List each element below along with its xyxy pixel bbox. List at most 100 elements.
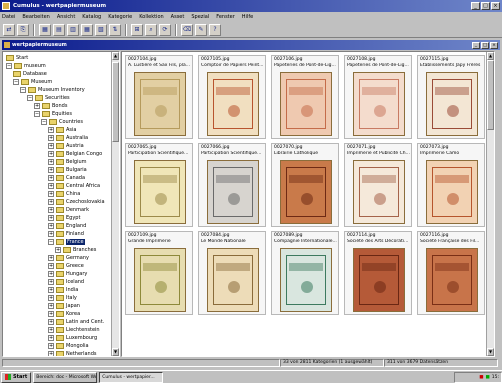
start-button[interactable]: Start [1, 371, 32, 383]
asset-thumbnail[interactable]: 0027084.jpg Le Monde Nationale [198, 231, 266, 315]
tree-item[interactable]: + Mongolia [48, 342, 89, 350]
asset-thumbnail[interactable]: 0027073.jpg Imprimerie Camo [417, 143, 485, 227]
maximize-button[interactable]: □ [481, 2, 490, 10]
tree-expander-icon[interactable]: + [48, 351, 54, 356]
tree-item[interactable]: + Branches [55, 246, 96, 254]
asset-thumbnail[interactable]: 0027104.jpg A. Lustière et Sax Fils, pla.… [125, 55, 193, 139]
asset-thumbnail[interactable]: 0027114.jpg Société des Arts Décorati... [344, 231, 412, 315]
tree-expander-icon[interactable]: + [48, 175, 54, 181]
tree-expander-icon[interactable]: − [6, 63, 12, 69]
menu-item[interactable]: Spezial [191, 14, 209, 20]
tree-item[interactable]: + China [48, 190, 80, 198]
tree-item[interactable]: − museum [6, 62, 46, 70]
tray-icon[interactable]: ■ [479, 375, 483, 380]
asset-thumbnail[interactable]: 0027105.jpg Comptoir de Papiers Peint... [198, 55, 266, 139]
tree-item[interactable]: + Belgium [48, 158, 87, 166]
tree-expander-icon[interactable]: + [48, 255, 54, 261]
minimize-button[interactable]: _ [471, 2, 480, 10]
tree-item[interactable]: + Czechoslovakia [48, 198, 105, 206]
tree-expander-icon[interactable]: − [34, 111, 40, 117]
toolbar-button-icon[interactable]: ▤ [53, 23, 65, 36]
tree-expander-icon[interactable]: + [48, 279, 54, 285]
toolbar-button-icon[interactable]: ⊞ [131, 23, 143, 36]
tree-expander-icon[interactable]: + [48, 287, 54, 293]
asset-thumbnail[interactable]: 0027071.jpg Imprimerie et Publicité Ch... [344, 143, 412, 227]
toolbar-button-icon[interactable]: ▦ [39, 23, 51, 36]
tree-expander-icon[interactable]: + [48, 231, 54, 237]
tree-expander-icon[interactable]: + [48, 311, 54, 317]
tree-expander-icon[interactable]: + [48, 159, 54, 165]
tree-expander-icon[interactable]: − [27, 95, 33, 101]
tree-expander-icon[interactable]: + [48, 191, 54, 197]
menu-item[interactable]: Asset [171, 14, 185, 20]
tree-item[interactable]: + Central Africa [48, 182, 100, 190]
tree-item[interactable]: + India [48, 286, 78, 294]
toolbar-button-icon[interactable]: ⌕ [145, 23, 157, 36]
tree-item[interactable]: + Bulgaria [48, 166, 87, 174]
tree-expander-icon[interactable]: + [48, 127, 54, 133]
tree-expander-icon[interactable]: + [48, 319, 54, 325]
toolbar-button-icon[interactable]: ⇅ [109, 23, 121, 36]
close-button[interactable]: × [491, 2, 500, 10]
asset-thumbnail[interactable]: 0027070.jpg Librairie Catholique [271, 143, 339, 227]
tree-expander-icon[interactable]: + [48, 295, 54, 301]
asset-thumbnail[interactable]: 0027066.jpg Participation Scientifique... [198, 143, 266, 227]
catalog-minimize-button[interactable]: _ [472, 41, 480, 49]
tree-expander-icon[interactable]: − [48, 239, 54, 245]
tree-expander-icon[interactable]: + [48, 327, 54, 333]
toolbar-button-icon[interactable]: ? [209, 23, 221, 36]
tree-item[interactable]: + Latin and Cent. [48, 318, 104, 326]
asset-thumbnail[interactable]: 0027106.jpg Papeteries de Pont-de-Lig... [271, 55, 339, 139]
tree-item[interactable]: + Japan [48, 302, 80, 310]
menu-item[interactable]: Hilfe [242, 14, 253, 20]
menu-item[interactable]: Kollektion [139, 14, 163, 20]
menu-item[interactable]: Datei [2, 14, 15, 20]
tree-item[interactable]: + Italy [48, 294, 77, 302]
tree-item[interactable]: + Austria [48, 142, 84, 150]
toolbar-button-icon[interactable]: ⇄ [3, 23, 15, 36]
tree-item[interactable]: + Netherlands [48, 350, 96, 356]
toolbar-button-icon[interactable]: ⟳ [159, 23, 171, 36]
tree-expander-icon[interactable]: + [55, 247, 61, 253]
tree-scrollbar[interactable]: ▲ ▼ [111, 52, 119, 356]
tree-expander-icon[interactable]: + [48, 215, 54, 221]
tree-item[interactable]: + Denmark [48, 206, 89, 214]
tree-expander-icon[interactable]: + [48, 183, 54, 189]
tree-expander-icon[interactable]: + [48, 303, 54, 309]
tree-expander-icon[interactable]: + [34, 103, 40, 109]
menu-item[interactable]: Ansicht [57, 14, 75, 20]
tree-expander-icon[interactable]: − [20, 87, 26, 93]
gallery-scroll-thumb[interactable] [487, 60, 494, 130]
tree-item[interactable]: + Australia [48, 134, 88, 142]
tree-item[interactable]: + Germany [48, 254, 89, 262]
tree-item[interactable]: + Korea [48, 310, 80, 318]
asset-thumbnail[interactable]: 0027089.jpg Compagnie Internationale... [271, 231, 339, 315]
gallery-scrollbar[interactable]: ▲ ▼ [486, 52, 494, 356]
asset-thumbnail[interactable]: 0027109.jpg Grande Imprimerie [125, 231, 193, 315]
tree-expander-icon[interactable]: − [41, 119, 47, 125]
toolbar-button-icon[interactable]: ▧ [95, 23, 107, 36]
tree-item[interactable]: − France [48, 238, 85, 246]
tree-scroll-thumb[interactable] [112, 62, 119, 142]
tree-item[interactable]: + Belgian Congo [48, 150, 102, 158]
toolbar-button-icon[interactable]: ▦ [81, 23, 93, 36]
menu-item[interactable]: Bearbeiten [22, 14, 49, 20]
tree-item[interactable]: + Canada [48, 174, 85, 182]
scroll-down-arrow-icon[interactable]: ▼ [112, 348, 119, 356]
tree-item[interactable]: + Bonds [34, 102, 67, 110]
tree-item[interactable]: + Liechtenstein [48, 326, 100, 334]
gallery-scroll-down-icon[interactable]: ▼ [487, 348, 494, 356]
toolbar-button-icon[interactable]: ✎ [195, 23, 207, 36]
toolbar-button-icon[interactable]: ▥ [67, 23, 79, 36]
tree-item[interactable]: − Securities [27, 94, 70, 102]
catalog-close-button[interactable]: × [490, 41, 498, 49]
tree-item[interactable]: + England [48, 222, 86, 230]
scroll-up-arrow-icon[interactable]: ▲ [112, 52, 119, 60]
gallery-scroll-up-icon[interactable]: ▲ [487, 52, 494, 60]
tree-item[interactable]: Database [13, 70, 47, 78]
toolbar-button-icon[interactable]: ⎘ [17, 23, 29, 36]
tree-expander-icon[interactable]: + [48, 271, 54, 277]
tree-expander-icon[interactable]: + [48, 199, 54, 205]
tree-item[interactable]: − Equities [34, 110, 72, 118]
tree-expander-icon[interactable]: + [48, 151, 54, 157]
